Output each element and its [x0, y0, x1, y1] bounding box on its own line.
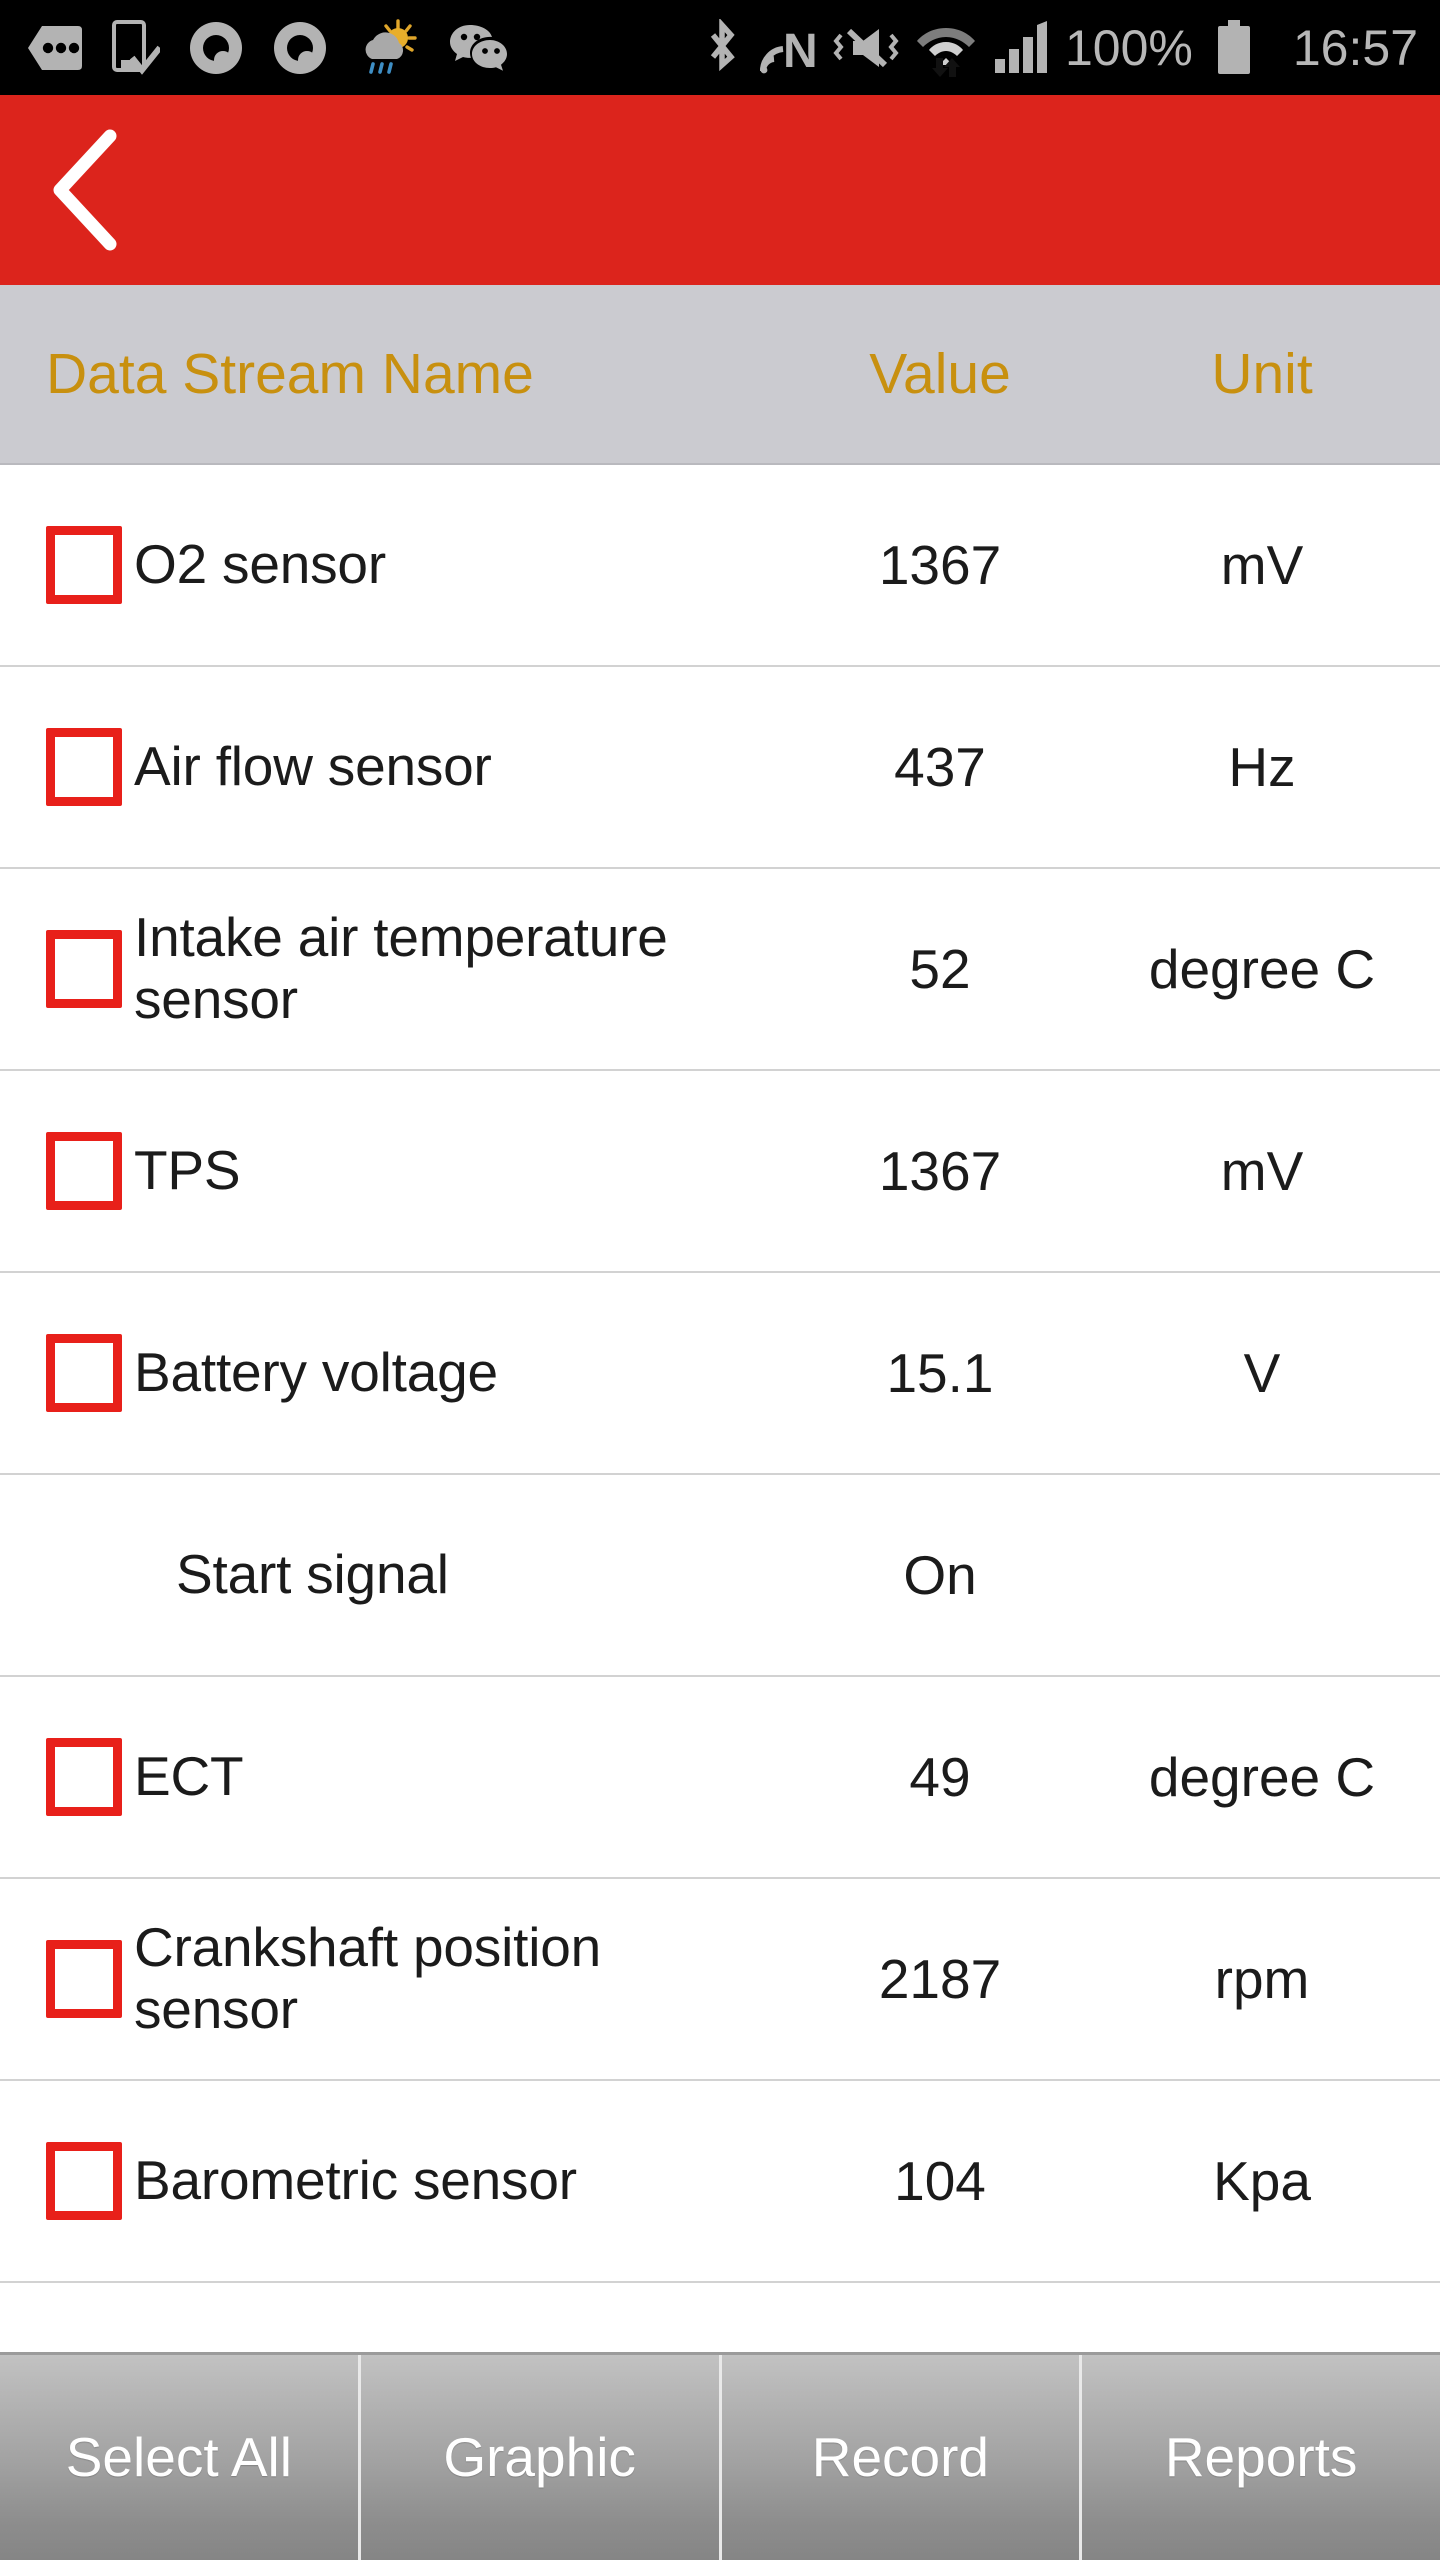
- status-bar-system-icons: N 100% 16:57: [701, 18, 1418, 78]
- back-chevron-icon: [53, 129, 117, 251]
- row-checkbox[interactable]: [46, 526, 122, 604]
- data-stream-name-label: Barometric sensor: [134, 2149, 577, 2212]
- data-stream-name-label: Crankshaft position sensor: [134, 1916, 602, 2040]
- table-row[interactable]: ECT 49 degree C: [0, 1677, 1440, 1879]
- table-row[interactable]: Intake air temperature sensor 52 degree C: [0, 869, 1440, 1071]
- cell-value: 104: [894, 2149, 986, 2212]
- row-checkbox[interactable]: [46, 1738, 122, 1816]
- cell-data-stream-name: Start signal: [0, 1544, 790, 1606]
- cell-data-stream-name: O2 sensor: [0, 526, 790, 604]
- cell-unit: rpm: [1214, 1947, 1310, 2010]
- data-stream-name-label: O2 sensor: [134, 533, 386, 596]
- cell-value: 2187: [878, 1947, 1002, 2010]
- cell-unit: degree C: [1148, 1745, 1376, 1808]
- column-header-value: Value: [869, 341, 1011, 406]
- cell-value: 1367: [878, 1139, 1002, 1202]
- table-column-header: Data Stream Name Value Unit: [0, 285, 1440, 465]
- column-header-name: Data Stream Name: [46, 341, 534, 406]
- cell-value: 1367: [878, 533, 1002, 596]
- cell-data-stream-name: Barometric sensor: [0, 2142, 790, 2220]
- data-stream-name-label: Start signal: [176, 1543, 449, 1606]
- cell-value: 52: [909, 937, 971, 1000]
- wifi-data-transfer-icon: [916, 27, 975, 77]
- cell-unit: degree C: [1148, 937, 1376, 1000]
- graphic-button[interactable]: Graphic: [360, 2355, 722, 2560]
- battery-icon: [1217, 19, 1250, 74]
- cell-unit: mV: [1220, 1139, 1304, 1202]
- back-button[interactable]: [44, 120, 164, 260]
- row-checkbox[interactable]: [46, 930, 122, 1008]
- table-row[interactable]: Start signal On: [0, 1475, 1440, 1677]
- data-stream-name-label: Battery voltage: [134, 1341, 498, 1404]
- status-bar-notification-icons: [26, 18, 701, 77]
- cell-data-stream-name: ECT: [0, 1738, 790, 1816]
- table-row[interactable]: Crankshaft position sensor 2187 rpm: [0, 1879, 1440, 2081]
- cell-value: 49: [909, 1745, 971, 1808]
- cell-value: 437: [894, 735, 986, 798]
- data-stream-name-label: Air flow sensor: [134, 735, 492, 798]
- nfc-icon: N: [759, 25, 815, 77]
- table-row[interactable]: Air flow sensor 437 Hz: [0, 667, 1440, 869]
- column-header-unit: Unit: [1211, 341, 1313, 406]
- cell-data-stream-name: Intake air temperature sensor: [0, 907, 790, 1030]
- bluetooth-icon: [710, 18, 735, 71]
- cellular-signal-icon: [994, 20, 1047, 73]
- reports-button[interactable]: Reports: [1082, 2355, 1440, 2560]
- cell-data-stream-name: Crankshaft position sensor: [0, 1917, 790, 2040]
- data-stream-name-label: Intake air temperature sensor: [134, 906, 668, 1030]
- cell-unit: Kpa: [1213, 2149, 1311, 2212]
- table-row[interactable]: Barometric sensor 104 Kpa: [0, 2081, 1440, 2283]
- data-stream-table: O2 sensor 1367 mV Air flow sensor 437 Hz Intak…: [0, 465, 1440, 2352]
- battery-percent-label: 100%: [1064, 19, 1193, 76]
- cell-data-stream-name: TPS: [0, 1132, 790, 1210]
- status-bar: N 100% 16:57: [0, 0, 1440, 95]
- table-row[interactable]: O2 sensor 1367 mV: [0, 465, 1440, 667]
- weather-sun-cloud-rain-icon: [365, 18, 417, 74]
- cloud-q-app-icon-2: [274, 21, 326, 74]
- wechat-icon: [450, 24, 507, 71]
- cell-value: 15.1: [886, 1341, 994, 1404]
- bottom-action-bar: Select All Graphic Record Reports: [0, 2352, 1440, 2560]
- cell-unit: V: [1243, 1341, 1281, 1404]
- row-checkbox[interactable]: [46, 1132, 122, 1210]
- vibrate-mute-icon: [833, 28, 899, 67]
- more-options-tag-icon: [28, 25, 82, 70]
- app-screen: N 100% 16:57 Data Stream Name Value Unit…: [0, 0, 1440, 2560]
- svg-text:N: N: [783, 25, 815, 77]
- row-checkbox[interactable]: [46, 1334, 122, 1412]
- table-row[interactable]: Battery voltage 15.1 V: [0, 1273, 1440, 1475]
- cell-data-stream-name: Battery voltage: [0, 1334, 790, 1412]
- cloud-q-app-icon: [190, 21, 242, 74]
- row-checkbox[interactable]: [46, 728, 122, 806]
- data-stream-name-label: ECT: [134, 1745, 244, 1808]
- clock-label: 16:57: [1292, 19, 1418, 76]
- cell-unit: mV: [1220, 533, 1304, 596]
- data-stream-name-label: TPS: [134, 1139, 241, 1202]
- cell-unit: Hz: [1228, 735, 1296, 798]
- table-row[interactable]: TPS 1367 mV: [0, 1071, 1440, 1273]
- record-button[interactable]: Record: [721, 2355, 1083, 2560]
- cell-data-stream-name: Air flow sensor: [0, 728, 790, 806]
- select-all-button[interactable]: Select All: [0, 2355, 361, 2560]
- cell-value: On: [903, 1543, 977, 1606]
- row-checkbox[interactable]: [46, 1940, 122, 2018]
- row-checkbox[interactable]: [46, 2142, 122, 2220]
- phone-download-check-icon: [112, 19, 160, 75]
- app-bar: [0, 95, 1440, 285]
